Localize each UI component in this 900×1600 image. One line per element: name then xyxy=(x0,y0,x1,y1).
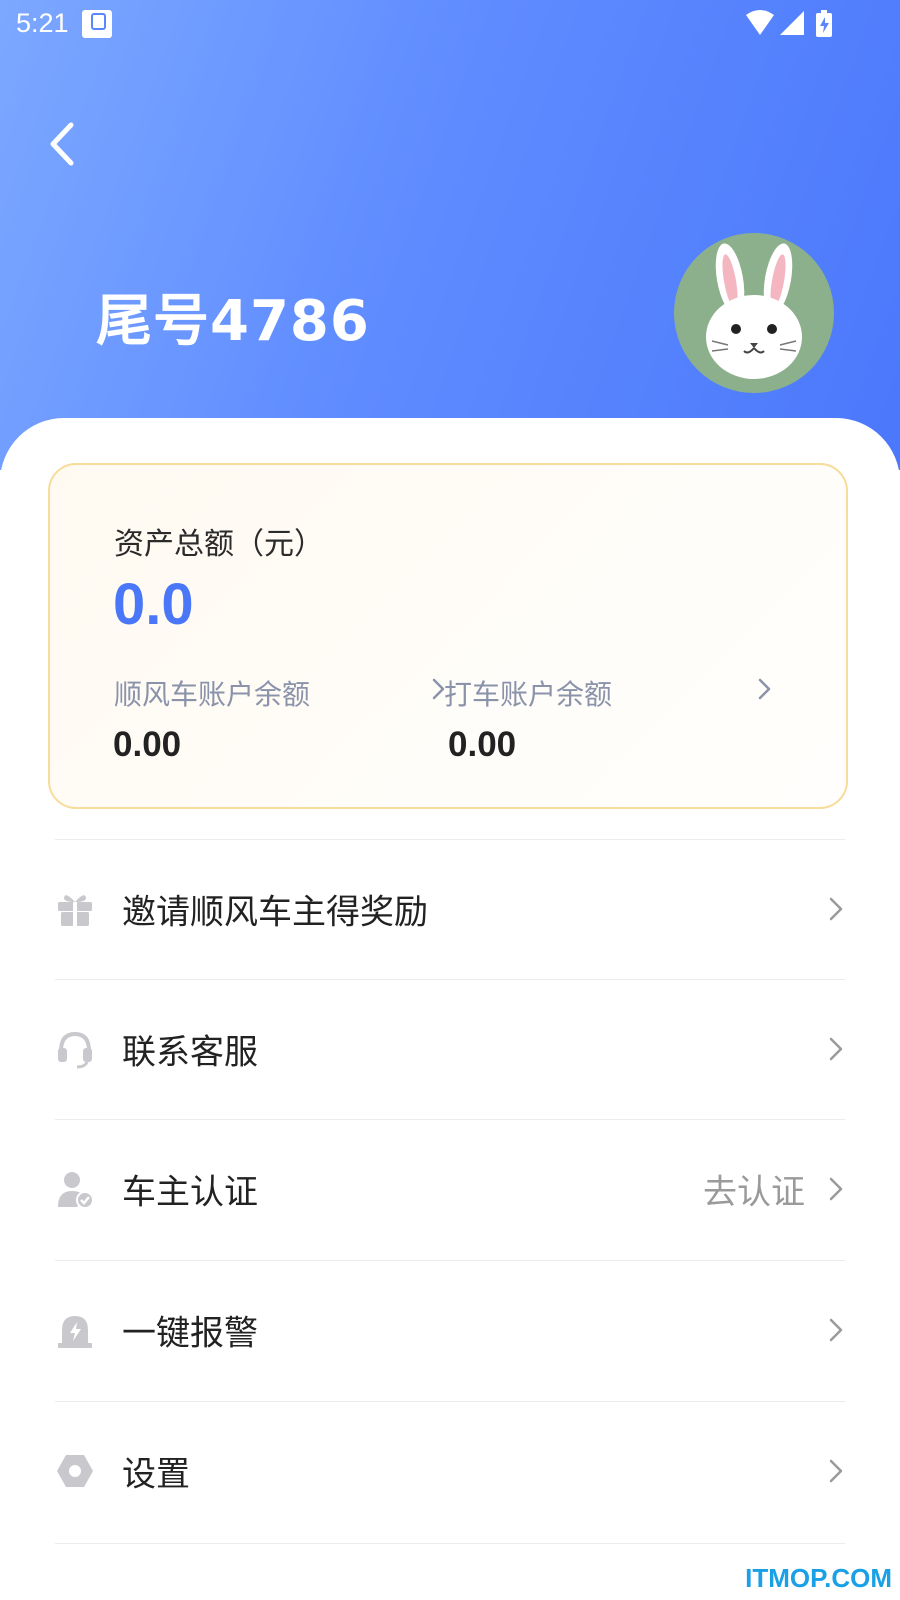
avatar[interactable] xyxy=(674,233,834,393)
menu-item-label: 车主认证 xyxy=(122,1172,258,1213)
taxi-balance-label[interactable]: 打车账户余额 xyxy=(444,673,612,713)
signal-icon xyxy=(780,11,804,35)
taxi-balance-value: 0.00 xyxy=(448,725,517,764)
asset-total-label: 资产总额（元） xyxy=(114,527,324,562)
menu-item-driver-verification[interactable]: 车主认证 去认证 xyxy=(55,1119,845,1259)
profile-name: 尾号4786 xyxy=(96,289,370,354)
status-time: 5:21 xyxy=(16,8,69,38)
headset-icon xyxy=(58,1031,92,1069)
menu-divider xyxy=(55,1543,845,1544)
menu-item-label: 设置 xyxy=(122,1454,190,1495)
verify-status-text[interactable]: 去认证 xyxy=(703,1165,805,1214)
status-icons xyxy=(746,10,832,37)
battery-charging-icon xyxy=(816,10,832,37)
settings-icon xyxy=(57,1455,93,1487)
watermark: ITMOP.COM xyxy=(745,1563,892,1593)
status-bar: 5:21 xyxy=(0,0,900,48)
asset-card[interactable]: 资产总额（元） 0.0 顺风车账户余额 0.00 打车账户余额 0.00 xyxy=(48,463,848,809)
chevron-right-icon xyxy=(829,1318,843,1342)
chevron-left-icon xyxy=(50,122,74,166)
rideshare-balance-label[interactable]: 顺风车账户余额 xyxy=(114,673,310,713)
menu-item-invite-driver[interactable]: 邀请顺风车主得奖励 xyxy=(55,839,845,979)
rabbit-avatar xyxy=(706,243,802,379)
menu-item-emergency-alarm[interactable]: 一键报警 xyxy=(55,1260,845,1400)
alarm-icon xyxy=(58,1316,92,1348)
menu-item-label: 邀请顺风车主得奖励 xyxy=(122,892,428,933)
rideshare-balance-value: 0.00 xyxy=(113,725,182,764)
chevron-right-icon xyxy=(829,1177,843,1201)
chevron-right-icon xyxy=(829,1459,843,1483)
chevron-right-icon[interactable] xyxy=(756,675,774,703)
menu-item-label: 一键报警 xyxy=(122,1313,258,1354)
wifi-icon xyxy=(746,10,774,35)
asset-total-value: 0.0 xyxy=(113,572,194,637)
chevron-right-icon xyxy=(829,1037,843,1061)
menu-item-label: 联系客服 xyxy=(122,1032,258,1073)
menu-item-customer-service[interactable]: 联系客服 xyxy=(55,979,845,1119)
gift-icon xyxy=(58,895,92,926)
back-button[interactable] xyxy=(38,112,86,176)
driver-verify-icon xyxy=(58,1172,94,1209)
menu-item-settings[interactable]: 设置 xyxy=(55,1401,845,1541)
profile-header: 5:21 尾号4786 xyxy=(0,0,900,470)
chevron-right-icon xyxy=(829,897,843,921)
notification-app-icon xyxy=(82,10,112,38)
